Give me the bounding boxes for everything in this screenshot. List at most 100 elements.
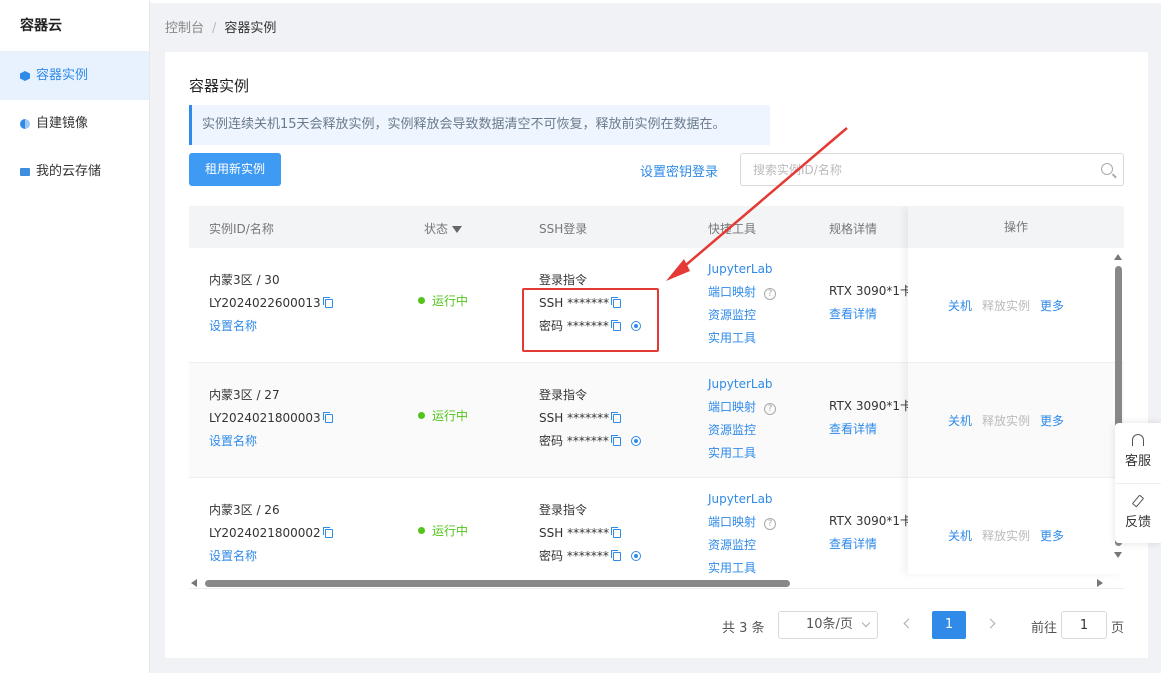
page-number-current[interactable]: 1 <box>932 611 966 639</box>
scroll-right-icon[interactable] <box>1097 579 1103 587</box>
help-icon[interactable]: ? <box>764 403 777 415</box>
column-header-operations: 操作 <box>908 206 1124 248</box>
copy-icon[interactable] <box>610 435 621 446</box>
more-button[interactable]: 更多 <box>1040 299 1064 313</box>
goto-page-input[interactable] <box>1061 611 1107 639</box>
port-mapping-link[interactable]: 端口映射 <box>708 400 756 414</box>
main-card: 容器实例 实例连续关机15天会释放实例，实例释放会导致数据清空不可恢复，释放前实… <box>165 52 1148 658</box>
copy-icon[interactable] <box>322 527 333 538</box>
eye-icon[interactable] <box>630 551 641 561</box>
status-header-label: 状态 <box>424 222 449 236</box>
utilities-link[interactable]: 实用工具 <box>708 557 776 580</box>
sidebar-item-label: 容器实例 <box>36 68 89 83</box>
sidebar-brand: 容器云 <box>0 0 149 52</box>
horizontal-scroll-thumb[interactable] <box>205 580 790 587</box>
rent-instance-button[interactable]: 租用新实例 <box>189 153 281 186</box>
ops-row: 关机 释放实例 更多 <box>908 248 1124 363</box>
port-mapping-link[interactable]: 端口映射 <box>708 515 756 529</box>
sidebar-item-custom-images[interactable]: 自建镜像 <box>0 100 149 148</box>
sidebar-item-cloud-storage[interactable]: 我的云存储 <box>0 148 149 196</box>
ssh-command: SSH ******* <box>539 526 610 540</box>
copy-icon[interactable] <box>611 412 622 423</box>
resource-monitor-link[interactable]: 资源监控 <box>708 534 776 557</box>
utilities-link[interactable]: 实用工具 <box>708 442 776 465</box>
port-mapping-link[interactable]: 端口映射 <box>708 285 756 299</box>
page-size-select[interactable]: 10条/页 <box>778 611 878 639</box>
page-suffix: 页 <box>1111 621 1125 636</box>
page-title: 容器实例 <box>189 77 250 95</box>
chevron-down-icon <box>861 618 871 628</box>
column-header-ssh: SSH登录 <box>539 222 588 236</box>
help-icon[interactable]: ? <box>764 518 777 530</box>
sidebar-item-container-instances[interactable]: 容器实例 <box>0 52 149 100</box>
view-details-link[interactable]: 查看详情 <box>829 533 912 556</box>
port-mapping-line: 端口映射? <box>708 396 777 419</box>
status-cell: 运行中 <box>418 407 468 424</box>
instance-region: 内蒙3区 / 27 <box>209 388 280 402</box>
copy-icon[interactable] <box>322 297 333 308</box>
scroll-up-icon[interactable] <box>1114 254 1122 260</box>
shutdown-button[interactable]: 关机 <box>948 529 972 543</box>
customer-service-button[interactable]: 客服 <box>1115 423 1161 483</box>
search-input[interactable] <box>741 154 1081 185</box>
copy-icon[interactable] <box>322 412 333 423</box>
jupyterlab-link[interactable]: JupyterLab <box>708 488 776 511</box>
ops-group: 关机 释放实例 更多 <box>948 412 1074 429</box>
ops-row: 关机 释放实例 更多 <box>908 363 1124 478</box>
view-details-link[interactable]: 查看详情 <box>829 303 912 326</box>
prev-page-icon[interactable] <box>903 618 914 629</box>
copy-icon[interactable] <box>610 550 621 561</box>
spec-text: RTX 3090*1卡 <box>829 514 913 528</box>
help-icon[interactable]: ? <box>764 288 777 300</box>
eye-icon[interactable] <box>630 436 641 446</box>
utilities-link[interactable]: 实用工具 <box>708 327 776 350</box>
port-mapping-line: 端口映射? <box>708 281 777 304</box>
warning-alert: 实例连续关机15天会释放实例，实例释放会导致数据清空不可恢复，释放前实例在数据在… <box>189 105 770 145</box>
status-text: 运行中 <box>432 409 469 423</box>
jupyterlab-link[interactable]: JupyterLab <box>708 373 776 396</box>
sidebar-item-label: 我的云存储 <box>36 164 102 179</box>
annotation-highlight-box <box>522 288 659 352</box>
resource-monitor-link[interactable]: 资源监控 <box>708 304 776 327</box>
tools-cell: JupyterLab 端口映射? 资源监控 实用工具 <box>708 373 777 465</box>
pen-icon <box>1131 494 1145 508</box>
next-page-icon[interactable] <box>985 618 996 629</box>
more-button[interactable]: 更多 <box>1040 529 1064 543</box>
column-header-spec: 规格详情 <box>829 222 878 236</box>
search-icon[interactable] <box>1101 163 1113 175</box>
breadcrumb-root[interactable]: 控制台 <box>165 21 204 36</box>
filter-icon[interactable] <box>452 226 463 233</box>
breadcrumb-current: 容器实例 <box>224 21 277 36</box>
sidebar-item-label: 自建镜像 <box>36 116 89 131</box>
view-details-link[interactable]: 查看详情 <box>829 418 912 441</box>
shutdown-button[interactable]: 关机 <box>948 414 972 428</box>
instances-table: 实例ID/名称 状态 SSH登录 快捷工具 规格详情 内蒙3区 / 30 LY2… <box>189 206 1124 589</box>
status-dot-icon <box>418 412 425 419</box>
shutdown-button[interactable]: 关机 <box>948 299 972 313</box>
set-name-link[interactable]: 设置名称 <box>209 545 333 568</box>
spec-cell: RTX 3090*1卡 查看详情 <box>829 280 912 326</box>
horizontal-scrollbar[interactable] <box>191 578 1103 588</box>
instance-id-line: LY2024022600013 <box>209 292 333 315</box>
spec-cell: RTX 3090*1卡 查看详情 <box>829 510 912 556</box>
set-key-login-link[interactable]: 设置密钥登录 <box>640 161 718 180</box>
ssh-password-line: 密码 ******* <box>539 430 641 453</box>
set-name-link[interactable]: 设置名称 <box>209 315 333 338</box>
instance-region: 内蒙3区 / 30 <box>209 273 280 287</box>
copy-icon[interactable] <box>611 527 622 538</box>
jupyterlab-link[interactable]: JupyterLab <box>708 258 776 281</box>
scroll-down-icon[interactable] <box>1114 552 1122 558</box>
release-instance-button[interactable]: 释放实例 <box>982 299 1030 313</box>
goto-label: 前往 <box>1031 621 1058 636</box>
instance-id-line: LY2024021800002 <box>209 522 333 545</box>
release-instance-button[interactable]: 释放实例 <box>982 529 1030 543</box>
scroll-left-icon[interactable] <box>191 579 197 587</box>
spec-text: RTX 3090*1卡 <box>829 399 913 413</box>
resource-monitor-link[interactable]: 资源监控 <box>708 419 776 442</box>
set-name-link[interactable]: 设置名称 <box>209 430 333 453</box>
instance-id-cell: 内蒙3区 / 26 LY2024021800002 设置名称 <box>209 499 333 568</box>
feedback-button[interactable]: 反馈 <box>1115 483 1161 543</box>
release-instance-button[interactable]: 释放实例 <box>982 414 1030 428</box>
total-count: 共 3 条 <box>722 621 765 636</box>
more-button[interactable]: 更多 <box>1040 414 1064 428</box>
